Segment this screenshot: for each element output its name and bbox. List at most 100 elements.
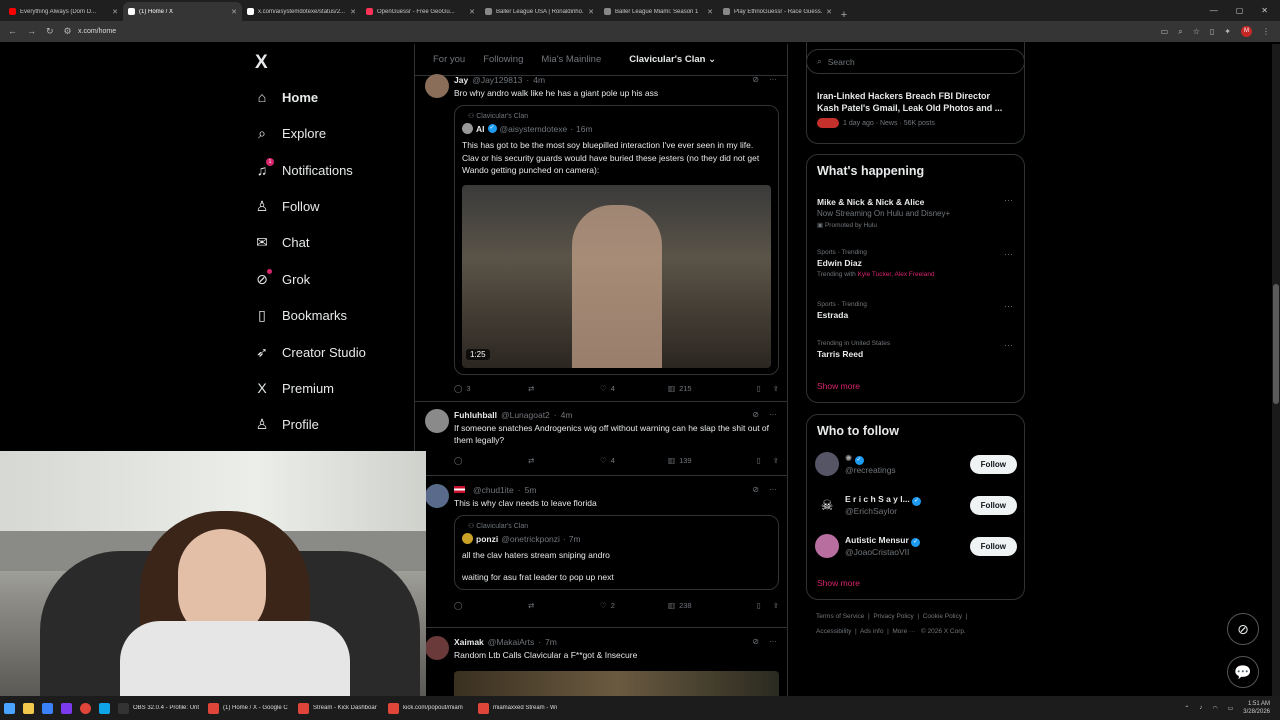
follow-button[interactable]: Follow	[969, 495, 1017, 515]
footer-link[interactable]: Accessibility	[816, 628, 851, 635]
bookmark-icon[interactable]: ▯	[757, 384, 761, 393]
tray-arrow-icon[interactable]: ⌃	[1184, 705, 1189, 712]
views-button[interactable]: ▥ 139	[668, 456, 746, 465]
more-icon[interactable]: ···	[1004, 249, 1013, 259]
more-icon[interactable]: ···	[769, 75, 777, 84]
more-icon[interactable]: ···	[1004, 340, 1013, 350]
star-icon[interactable]: ☆	[1193, 27, 1200, 36]
grok-icon[interactable]: ⊘	[752, 410, 759, 419]
tweet-time[interactable]: 5m	[525, 485, 537, 495]
follow-button[interactable]: Follow	[969, 536, 1017, 556]
taskbar-app[interactable]: OBS 32.0.4 - Profile: Unt	[114, 696, 204, 720]
avatar[interactable]	[425, 409, 449, 433]
browser-tab[interactable]: Baller League USA | Ronaldinho... ✕	[480, 2, 599, 21]
follow-button[interactable]: Follow	[969, 454, 1017, 474]
avatar[interactable]	[815, 534, 839, 558]
tweet-time[interactable]: 7m	[545, 637, 557, 647]
extensions-icon[interactable]: ✦	[1224, 27, 1231, 36]
browser-tab[interactable]: OpenGuessr - Free GeoGu... ✕	[361, 2, 480, 21]
trend-item[interactable]: Sports · Trending Estrada ···	[817, 301, 1017, 320]
tab-clavicular-clan[interactable]: Clavicular's Clan ⌄	[601, 54, 716, 65]
trend-item[interactable]: Sports · Trending Edwin Diaz Trending wi…	[817, 249, 1017, 278]
like-button[interactable]: ♡ 2	[600, 601, 668, 610]
app-icon[interactable]	[95, 696, 114, 720]
grok-icon[interactable]: ⊘	[752, 485, 759, 494]
grok-icon[interactable]: ⊘	[752, 637, 759, 646]
show-more-link[interactable]: Show more	[807, 578, 860, 588]
footer-link[interactable]: Cookie Policy	[923, 613, 962, 620]
zoom-icon[interactable]: ⌕	[1178, 27, 1182, 37]
clock[interactable]: 1:51 AM 3/28/2026	[1243, 700, 1270, 716]
trend-item[interactable]: Mike & Nick & Nick & Alice Now Streaming…	[817, 195, 1017, 229]
close-tab-icon[interactable]: ✕	[588, 8, 594, 16]
footer-link[interactable]: Terms of Service	[816, 613, 864, 620]
nav-item-grok[interactable]: ⊘ Grok	[254, 268, 310, 290]
avatar[interactable]	[425, 484, 449, 508]
news-card[interactable]: Iran-Linked Hackers Breach FBI Director …	[806, 40, 1025, 144]
volume-icon[interactable]: ♪	[1199, 705, 1202, 711]
close-tab-icon[interactable]: ✕	[826, 8, 832, 16]
tweet-handle[interactable]: @chud1ite	[473, 485, 514, 495]
browser-tab[interactable]: x.com/aisystemdotexe/status/2... ✕	[242, 2, 361, 21]
taskbar-app[interactable]: (1) Home / X - Google C	[204, 696, 294, 720]
store-icon[interactable]	[38, 696, 57, 720]
site-info-icon[interactable]: ⚙	[64, 26, 72, 37]
tweet-handle[interactable]: @MakaiArts	[488, 637, 534, 647]
more-icon[interactable]: ···	[769, 637, 777, 646]
more-icon[interactable]: ···	[769, 485, 777, 494]
reply-button[interactable]: ◯	[454, 601, 528, 610]
tweet-author[interactable]: Xaimak	[454, 637, 484, 647]
reply-button[interactable]: ◯	[454, 456, 528, 465]
url-field[interactable]: x.com/home	[78, 28, 1161, 35]
browser-tab[interactable]: Baller League Miami: Season 1 ✕	[599, 2, 718, 21]
scrollbar[interactable]	[1272, 44, 1280, 696]
browser-tab[interactable]: Everything Always (Dom D... ✕	[4, 2, 123, 21]
back-icon[interactable]: ←	[8, 26, 17, 37]
share-icon[interactable]: ⇪	[773, 384, 779, 393]
trend-item[interactable]: Trending in United States Tarris Reed ··…	[817, 340, 1017, 359]
maximize-icon[interactable]: ▢	[1236, 6, 1244, 15]
tab-following[interactable]: Following	[465, 54, 523, 65]
menu-icon[interactable]: ⋮	[1262, 27, 1270, 36]
nav-item-chat[interactable]: ✉ Chat	[254, 231, 309, 253]
taskbar-app[interactable]: miamaxxed Stream - Wi	[474, 696, 564, 720]
footer-link[interactable]: More ···	[892, 628, 915, 635]
tab-for-you[interactable]: For you	[415, 54, 465, 65]
nav-item-creator-studio[interactable]: ➶ Creator Studio	[254, 341, 366, 363]
news-headline[interactable]: Iran-Linked Hackers Breach FBI Director …	[807, 90, 1024, 114]
tweet-author[interactable]: Fuhluhball	[454, 410, 497, 420]
nav-item-home[interactable]: ⌂ Home	[254, 86, 318, 108]
repost-button[interactable]: ⇄	[528, 456, 600, 465]
skull-avatar-icon[interactable]: ☠	[815, 493, 839, 517]
chrome-icon[interactable]	[76, 696, 95, 720]
more-icon[interactable]: ···	[1004, 301, 1013, 311]
tweet-media[interactable]	[454, 671, 779, 696]
footer-link[interactable]: Privacy Policy	[873, 613, 913, 620]
grok-icon[interactable]: ⊘	[752, 75, 759, 84]
tweet[interactable]: @chud1ite · 5m ⊘ ··· This is why clav needs…	[425, 484, 781, 624]
tweet[interactable]: Xaimak @MakaiArts · 7m ⊘ ··· Random Ltb Call…	[425, 636, 781, 696]
tweet-handle[interactable]: @Jay129813	[472, 75, 522, 85]
grok-fab-icon[interactable]: ⊘	[1227, 613, 1259, 645]
close-tab-icon[interactable]: ✕	[350, 8, 356, 16]
avatar[interactable]	[815, 452, 839, 476]
like-button[interactable]: ♡ 4	[600, 384, 668, 393]
chat-fab-icon[interactable]: 💬	[1227, 656, 1259, 688]
taskbar-app[interactable]: Stream - Kick Dashboar	[294, 696, 384, 720]
tweet[interactable]: Fuhluhball @Lunagoat2 · 4m ⊘ ··· If someone …	[425, 409, 781, 469]
tab-mias-mainline[interactable]: Mia's Mainline	[523, 54, 601, 65]
reload-icon[interactable]: ↻	[46, 26, 54, 37]
nav-item-follow[interactable]: ♙ Follow	[254, 195, 320, 217]
nav-item-explore[interactable]: ⌕ Explore	[254, 122, 326, 144]
nav-item-premium[interactable]: X Premium	[254, 377, 334, 399]
close-tab-icon[interactable]: ✕	[112, 8, 118, 16]
cast-icon[interactable]: ▭	[1161, 27, 1169, 36]
nav-item-bookmarks[interactable]: ▯ Bookmarks	[254, 304, 347, 326]
sidepanel-icon[interactable]: ▯	[1210, 27, 1214, 36]
nav-item-profile[interactable]: ♙ Profile	[254, 413, 319, 435]
footer-link[interactable]: Ads info	[860, 628, 884, 635]
new-tab-button[interactable]: +	[837, 9, 851, 21]
close-icon[interactable]: ✕	[1261, 6, 1268, 15]
minimize-icon[interactable]: —	[1210, 6, 1218, 15]
wifi-icon[interactable]: ◠	[1212, 705, 1217, 712]
